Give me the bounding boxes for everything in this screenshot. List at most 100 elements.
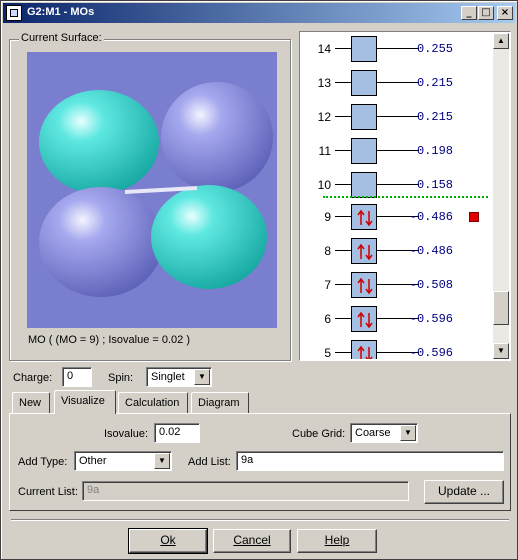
maximize-button[interactable]: □ [478, 6, 494, 20]
current-surface-label: Current Surface: [19, 32, 104, 44]
window-title: G2:M1 - MOs [27, 6, 95, 18]
virtual-orbital-box[interactable] [351, 138, 377, 164]
electron-pair-icon [357, 243, 373, 261]
current-list-field: 9a [82, 481, 409, 501]
electron-pair-icon [357, 311, 373, 329]
help-label: Help [324, 533, 350, 547]
lobe-top-left [39, 90, 159, 194]
virtual-orbital-box[interactable] [351, 104, 377, 130]
add-list-label: Add List: [188, 456, 231, 468]
scroll-up-button[interactable]: ▲ [493, 33, 509, 49]
spin-value: Singlet [151, 371, 185, 383]
isovalue-label: Isovalue: [104, 428, 149, 440]
tab-new[interactable]: New [12, 392, 50, 414]
mo-number: 7 [324, 278, 331, 292]
cube-grid-value: Coarse [355, 427, 391, 439]
mo-row[interactable]: 8 -0.486 [301, 238, 493, 264]
current-list-label: Current List: [18, 486, 78, 498]
chevron-down-icon: ▼ [400, 425, 416, 441]
occupied-orbital-box[interactable] [351, 306, 377, 332]
mo-energy: -0.596 [409, 346, 453, 359]
mo-energy: 0.215 [416, 76, 453, 90]
mo-diagram-panel: 14 0.255 13 0.215 12 0.215 11 0.198 10 0.158 9 -0.4… [299, 31, 511, 361]
selected-marker [469, 212, 479, 222]
virtual-orbital-box[interactable] [351, 70, 377, 96]
mo-energy: -0.596 [409, 312, 453, 326]
mo-number: 6 [324, 312, 331, 326]
tab-visualize[interactable]: Visualize [54, 390, 116, 414]
mo-number: 10 [317, 178, 331, 192]
ok-label: Ok [160, 533, 176, 547]
update-button[interactable]: Update ... [424, 480, 504, 504]
add-type-value: Other [79, 455, 107, 467]
mo-number: 14 [317, 42, 331, 56]
spin-label: Spin: [108, 372, 134, 384]
occupied-orbital-box[interactable] [351, 272, 377, 298]
mo-number: 12 [317, 110, 331, 124]
mo-number: 9 [324, 210, 331, 224]
add-type-label: Add Type: [18, 456, 68, 468]
mo-row[interactable]: 10 0.158 [301, 172, 493, 198]
mo-row[interactable]: 12 0.215 [301, 104, 493, 130]
occupied-orbital-box[interactable] [351, 204, 377, 230]
mo-energy: 0.255 [416, 42, 453, 56]
tab-diagram[interactable]: Diagram [191, 392, 249, 414]
mo-number: 11 [318, 144, 331, 158]
cube-grid-select[interactable]: Coarse ▼ [350, 423, 418, 443]
mo-energy: -0.508 [409, 278, 453, 292]
mos-dialog: G2:M1 - MOs _ □ × Current Surface: MO (… [0, 0, 518, 560]
mo-row[interactable]: 9 -0.486 [301, 204, 493, 230]
virtual-orbital-box[interactable] [351, 36, 377, 62]
mo-number: 8 [324, 244, 331, 258]
app-icon [6, 5, 22, 21]
electron-pair-icon [357, 345, 373, 359]
close-button[interactable]: × [497, 6, 513, 20]
mo-energy: -0.486 [409, 244, 453, 258]
charge-label: Charge: [13, 372, 53, 384]
lobe-top-right [161, 82, 273, 192]
mo-row[interactable]: 5 -0.596 [301, 340, 493, 359]
homo-lumo-divider [323, 196, 488, 198]
minimize-button[interactable]: _ [461, 6, 477, 20]
mo-energy: -0.486 [409, 210, 453, 224]
orbital-render [39, 82, 273, 297]
ok-button[interactable]: Ok [128, 528, 208, 554]
mo-energy: 0.198 [416, 144, 453, 158]
occupied-orbital-box[interactable] [351, 238, 377, 264]
mo-number: 5 [324, 346, 331, 359]
lobe-bottom-right [151, 185, 267, 289]
virtual-orbital-box[interactable] [351, 172, 377, 198]
chevron-down-icon: ▼ [194, 369, 210, 385]
electron-pair-icon [357, 277, 373, 295]
lobe-bottom-left [39, 187, 163, 297]
mo-number: 13 [317, 76, 331, 90]
mo-energy: 0.215 [416, 110, 453, 124]
scroll-thumb[interactable] [493, 291, 509, 325]
spin-select[interactable]: Singlet ▼ [146, 367, 212, 387]
chevron-down-icon: ▼ [154, 453, 170, 469]
cube-grid-label: Cube Grid: [292, 428, 346, 440]
mo-row[interactable]: 11 0.198 [301, 138, 493, 164]
mo-row[interactable]: 14 0.255 [301, 36, 493, 62]
charge-input[interactable]: 0 [62, 367, 92, 387]
mo-row[interactable]: 13 0.215 [301, 70, 493, 96]
add-list-input[interactable]: 9a [236, 451, 504, 471]
mo-list: 14 0.255 13 0.215 12 0.215 11 0.198 10 0.158 9 -0.4… [301, 33, 493, 359]
mo-row[interactable]: 6 -0.596 [301, 306, 493, 332]
help-button[interactable]: Help [297, 529, 377, 553]
mo-scrollbar[interactable]: ▲ ▼ [493, 33, 509, 359]
mo-energy: 0.158 [416, 178, 453, 192]
scroll-down-button[interactable]: ▼ [493, 343, 509, 359]
cancel-button[interactable]: Cancel [213, 529, 291, 553]
electron-pair-icon [357, 209, 373, 227]
cancel-label: Cancel [233, 533, 271, 547]
tab-calculation[interactable]: Calculation [118, 392, 188, 414]
divider [11, 519, 509, 521]
add-type-select[interactable]: Other ▼ [74, 451, 172, 471]
occupied-orbital-box[interactable] [351, 340, 377, 359]
isovalue-input[interactable]: 0.02 [154, 423, 200, 443]
surface-caption: MO ( (MO = 9) ; Isovalue = 0.02 ) [28, 334, 190, 346]
mo-row[interactable]: 7 -0.508 [301, 272, 493, 298]
title-bar: G2:M1 - MOs _ □ × [3, 3, 515, 23]
orbital-viewport[interactable] [27, 52, 277, 328]
